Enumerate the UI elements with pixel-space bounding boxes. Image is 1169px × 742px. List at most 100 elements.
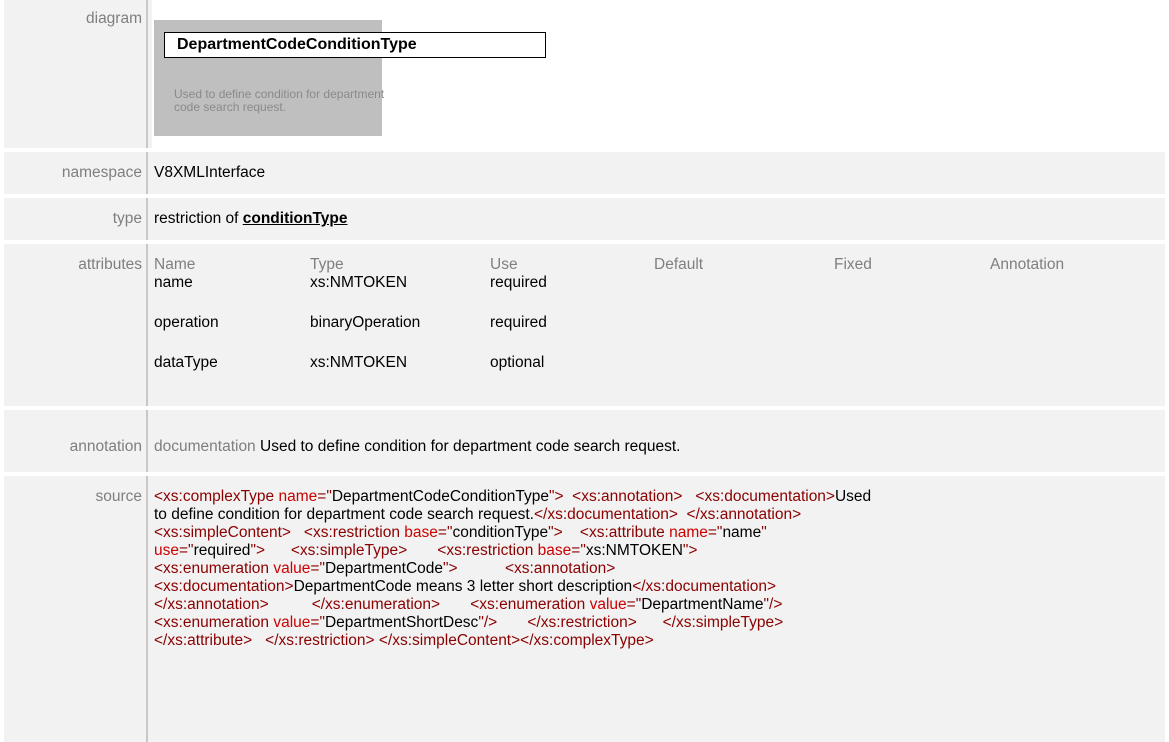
source-token: [252, 632, 265, 649]
source-line: to define condition for department code …: [154, 506, 1154, 524]
type-label: type: [112, 210, 142, 227]
source-token: <xs:simpleContent>: [154, 524, 291, 541]
source-line: </xs:attribute> </xs:restriction> </xs:s…: [154, 632, 1154, 650]
diagram-label: diagram: [86, 10, 142, 27]
source-token: <xs:complexType: [154, 488, 279, 505]
source-token: =": [571, 542, 586, 559]
diagram-type-name[interactable]: DepartmentCodeConditionType: [164, 32, 546, 58]
namespace-row: namespace V8XMLInterface: [4, 152, 1165, 194]
attr-row-use: optional: [490, 354, 545, 371]
row-separator: [146, 244, 148, 406]
source-token: [637, 614, 663, 631]
source-token: ">: [250, 542, 265, 559]
source-line: use="required"> <xs:simpleType> <xs:rest…: [154, 542, 1154, 560]
source-token: </xs:enumeration>: [311, 596, 441, 613]
source-row: source <xs:complexType name="DepartmentC…: [4, 476, 1165, 742]
source-token: value: [589, 596, 627, 613]
source-token: </xs:attribute>: [154, 632, 253, 649]
source-token: =": [179, 542, 194, 559]
source-token: ">: [443, 560, 458, 577]
source-token: value: [273, 614, 311, 631]
attr-row-use: required: [490, 274, 547, 291]
attr-row-type: xs:NMTOKEN: [310, 274, 408, 291]
source-token: ">: [548, 488, 568, 505]
source-token: [291, 524, 304, 541]
type-prefix: restriction of: [154, 210, 239, 227]
source-token: "/>: [763, 596, 783, 613]
source-line: </xs:annotation> </xs:enumeration> <xs:e…: [154, 596, 1154, 614]
source-code: <xs:complexType name="DepartmentCodeCond…: [154, 488, 1154, 650]
type-row: type restriction of conditionType: [4, 198, 1165, 240]
source-token: =": [317, 488, 332, 505]
attributes-label: attributes: [78, 256, 142, 273]
source-token: base: [404, 524, 438, 541]
source-token: =": [310, 560, 325, 577]
source-token: <xs:documentation>: [695, 488, 835, 505]
source-token: [269, 596, 312, 613]
source-token: Used: [834, 488, 872, 505]
source-line: <xs:documentation>DepartmentCode means 3…: [154, 578, 1154, 596]
source-token: </xs:documentation>: [534, 506, 678, 523]
source-token: conditionType: [452, 524, 549, 541]
source-token: DepartmentName: [641, 596, 764, 613]
source-token: [563, 524, 580, 541]
annotation-row: annotation documentation Used to define …: [4, 410, 1165, 472]
attr-header-type: Type: [310, 256, 344, 273]
annotation-text: Used to define condition for department …: [260, 438, 681, 455]
annotation-value: documentation Used to define condition f…: [154, 438, 1161, 456]
attr-row-use: required: [490, 314, 547, 331]
attr-row-type: xs:NMTOKEN: [310, 354, 408, 371]
namespace-value: V8XMLInterface: [154, 164, 266, 181]
source-token: DepartmentCode: [324, 560, 444, 577]
source-token: =": [437, 524, 453, 541]
source-token: =": [310, 614, 325, 631]
schema-doc-page: diagram DepartmentCodeConditionType Used…: [0, 0, 1169, 742]
source-token: <xs:attribute: [579, 524, 670, 541]
source-token: </xs:complexType>: [520, 632, 654, 649]
row-separator: [146, 0, 148, 148]
source-token: [682, 488, 695, 505]
source-token: <xs:enumeration: [470, 596, 590, 613]
source-label: source: [95, 488, 142, 505]
source-token: <xs:restriction: [437, 542, 538, 559]
diagram-doc-line-2: code search request.: [174, 100, 287, 114]
row-separator: [146, 476, 148, 742]
attr-row-type: binaryOperation: [310, 314, 421, 331]
source-token: [458, 560, 505, 577]
source-token: </xs:restriction>: [265, 632, 375, 649]
source-token: name: [669, 524, 708, 541]
source-token: <xs:enumeration: [154, 614, 274, 631]
source-token: DepartmentCode means 3 letter short desc…: [293, 578, 633, 595]
source-token: <xs:annotation>: [572, 488, 683, 505]
source-line: <xs:simpleContent> <xs:restriction base=…: [154, 524, 1154, 542]
source-token: name: [722, 524, 762, 541]
attr-header-use: Use: [490, 256, 518, 273]
diagram-doc: Used to define condition for department …: [174, 88, 554, 114]
source-token: </xs:annotation>: [154, 596, 269, 613]
source-token: <xs:enumeration: [154, 560, 274, 577]
source-token: </xs:restriction>: [527, 614, 637, 631]
attr-header-fixed: Fixed: [834, 256, 872, 273]
source-token: [265, 542, 291, 559]
source-token: xs:NMTOKEN: [585, 542, 683, 559]
source-token: <xs:restriction: [303, 524, 405, 541]
source-line: <xs:complexType name="DepartmentCodeCond…: [154, 488, 1154, 506]
diagram-type-name-text: DepartmentCodeConditionType: [177, 36, 417, 53]
source-token: [440, 596, 470, 613]
type-base-link[interactable]: conditionType: [243, 210, 348, 227]
source-token: ">: [682, 542, 698, 559]
row-separator: [146, 152, 148, 194]
source-token: to define condition for department code …: [154, 506, 534, 523]
source-token: DepartmentShortDesc: [324, 614, 479, 631]
attr-header-name: Name: [154, 256, 196, 273]
attr-header-default: Default: [654, 256, 704, 273]
row-separator: [146, 198, 148, 240]
attributes-row: attributes Name Type Use Default Fixed A…: [4, 244, 1165, 406]
source-token: use: [154, 542, 179, 559]
source-token: name: [278, 488, 318, 505]
type-value: restriction of conditionType: [154, 210, 1161, 228]
source-line: <xs:enumeration value="DepartmentCode"> …: [154, 560, 1154, 578]
source-token: DepartmentCodeConditionType: [331, 488, 549, 505]
source-token: [678, 506, 687, 523]
attr-row-name: operation: [154, 314, 219, 331]
